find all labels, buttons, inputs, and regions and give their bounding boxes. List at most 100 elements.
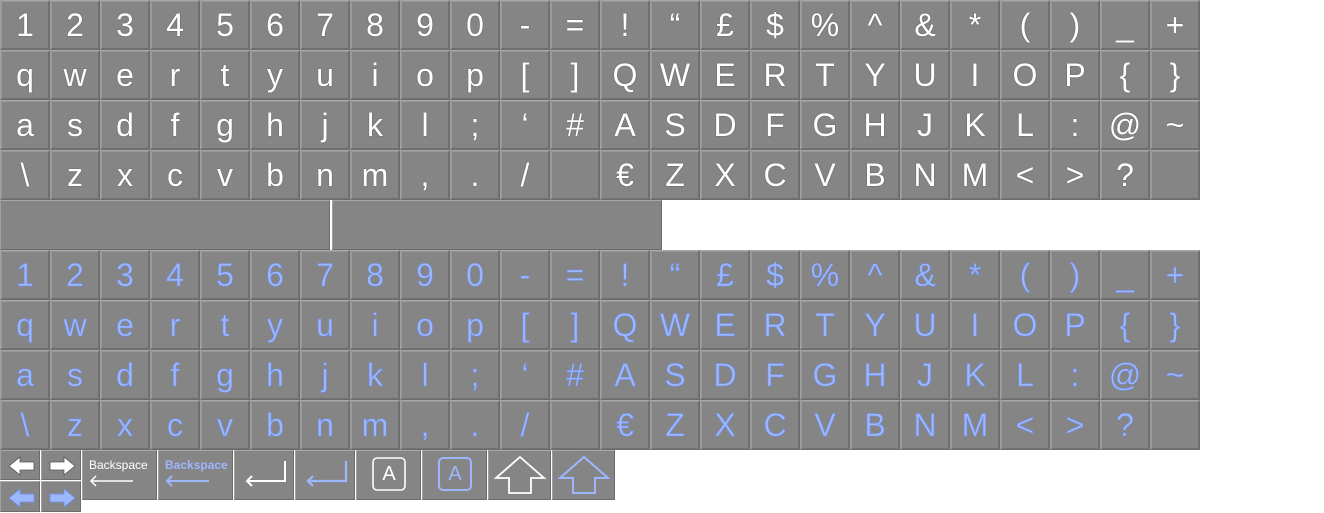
key-blue[interactable]: I [950, 300, 1000, 350]
key-white[interactable]: s [50, 100, 100, 150]
key-blue[interactable]: g [200, 350, 250, 400]
key-blue[interactable]: - [500, 250, 550, 300]
key-blue[interactable]: q [0, 300, 50, 350]
key-white[interactable]: I [950, 50, 1000, 100]
key-blue[interactable]: & [900, 250, 950, 300]
key-blue[interactable]: ‘ [500, 350, 550, 400]
key-white[interactable]: < [1000, 150, 1050, 200]
key-blue[interactable]: p [450, 300, 500, 350]
key-white[interactable]: A [600, 100, 650, 150]
key-blue[interactable]: ! [600, 250, 650, 300]
key-blue[interactable]: _ [1100, 250, 1150, 300]
key-blue[interactable]: € [600, 400, 650, 450]
key-blue[interactable]: v [200, 400, 250, 450]
key-white[interactable]: @ [1100, 100, 1150, 150]
key-white[interactable]: $ [750, 0, 800, 50]
backspace-key[interactable]: Backspace [82, 450, 157, 500]
key-blue[interactable]: 0 [450, 250, 500, 300]
key-blue[interactable]: < [1000, 400, 1050, 450]
key-white[interactable]: 5 [200, 0, 250, 50]
key-white[interactable]: } [1150, 50, 1200, 100]
key-blue[interactable]: U [900, 300, 950, 350]
key-white[interactable]: g [200, 100, 250, 150]
key-blue[interactable]: / [500, 400, 550, 450]
key-blue[interactable]: 9 [400, 250, 450, 300]
key-blue[interactable]: a [0, 350, 50, 400]
key-white[interactable]: z [50, 150, 100, 200]
key-white[interactable]: o [400, 50, 450, 100]
key-blue[interactable]: { [1100, 300, 1150, 350]
key-blue[interactable]: Z [650, 400, 700, 450]
space-bar-right[interactable] [332, 200, 662, 250]
key-blue[interactable]: [ [500, 300, 550, 350]
key-blue[interactable]: b [250, 400, 300, 450]
key-blue[interactable]: A [600, 350, 650, 400]
key-white[interactable]: 8 [350, 0, 400, 50]
key-blue[interactable]: w [50, 300, 100, 350]
key-blue[interactable]: k [350, 350, 400, 400]
shift-key[interactable] [488, 450, 551, 500]
key-white[interactable]: & [900, 0, 950, 50]
key-white[interactable]: N [900, 150, 950, 200]
key-blue[interactable]: @ [1100, 350, 1150, 400]
key-white[interactable]: £ [700, 0, 750, 50]
key-white[interactable]: X [700, 150, 750, 200]
key-white[interactable]: r [150, 50, 200, 100]
key-blue[interactable]: 1 [0, 250, 50, 300]
key-white[interactable]: / [500, 150, 550, 200]
key-white[interactable]: % [800, 0, 850, 50]
caps-lock-key[interactable]: A [356, 450, 421, 500]
key-white[interactable] [550, 150, 600, 200]
key-white[interactable]: ; [450, 100, 500, 150]
enter-key[interactable] [234, 450, 294, 500]
key-white[interactable]: F [750, 100, 800, 150]
key-white[interactable]: W [650, 50, 700, 100]
key-white[interactable]: U [900, 50, 950, 100]
key-blue[interactable]: M [950, 400, 1000, 450]
key-white[interactable]: J [900, 100, 950, 150]
key-white[interactable]: 7 [300, 0, 350, 50]
key-white[interactable]: K [950, 100, 1000, 150]
key-blue[interactable]: j [300, 350, 350, 400]
key-blue[interactable]: B [850, 400, 900, 450]
key-blue[interactable]: > [1050, 400, 1100, 450]
key-blue[interactable]: ] [550, 300, 600, 350]
key-blue[interactable]: T [800, 300, 850, 350]
key-white[interactable]: u [300, 50, 350, 100]
key-blue[interactable]: n [300, 400, 350, 450]
arrow-right-key[interactable] [41, 450, 81, 480]
arrow-right-key-blue[interactable] [41, 481, 81, 512]
key-white[interactable]: 1 [0, 0, 50, 50]
key-blue[interactable]: y [250, 300, 300, 350]
key-white[interactable]: d [100, 100, 150, 150]
key-white[interactable]: v [200, 150, 250, 200]
key-white[interactable]: * [950, 0, 1000, 50]
key-white[interactable]: w [50, 50, 100, 100]
key-blue[interactable]: \ [0, 400, 50, 450]
key-blue[interactable]: N [900, 400, 950, 450]
key-white[interactable]: a [0, 100, 50, 150]
key-white[interactable]: 6 [250, 0, 300, 50]
key-blue[interactable]: h [250, 350, 300, 400]
key-white[interactable]: Z [650, 150, 700, 200]
key-blue[interactable]: = [550, 250, 600, 300]
key-white[interactable]: ‘ [500, 100, 550, 150]
key-blue[interactable]: X [700, 400, 750, 450]
key-blue[interactable]: x [100, 400, 150, 450]
key-blue[interactable]: C [750, 400, 800, 450]
key-blue[interactable]: # [550, 350, 600, 400]
key-white[interactable]: y [250, 50, 300, 100]
key-white[interactable]: H [850, 100, 900, 150]
key-white[interactable]: 2 [50, 0, 100, 50]
backspace-key-blue[interactable]: Backspace [158, 450, 233, 500]
key-blue[interactable]: 3 [100, 250, 150, 300]
key-white[interactable]: E [700, 50, 750, 100]
key-blue[interactable]: u [300, 300, 350, 350]
key-white[interactable]: m [350, 150, 400, 200]
key-white[interactable]: h [250, 100, 300, 150]
enter-key-blue[interactable] [295, 450, 355, 500]
shift-key-blue[interactable] [552, 450, 615, 500]
key-blue[interactable] [1150, 400, 1200, 450]
key-blue[interactable]: P [1050, 300, 1100, 350]
key-blue[interactable]: E [700, 300, 750, 350]
